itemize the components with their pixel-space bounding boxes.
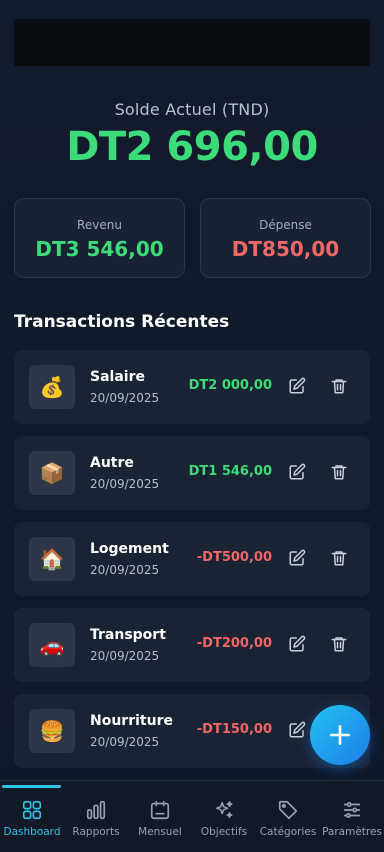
calendar-icon <box>150 800 170 820</box>
transaction-name: Transport <box>90 627 166 643</box>
balance-value: DT2 696,00 <box>66 124 318 170</box>
income-card: Revenu DT3 546,00 <box>14 198 185 278</box>
nav-rapports[interactable]: Rapports <box>64 781 128 852</box>
transactions-title: Transactions Récentes <box>14 312 230 332</box>
package-icon: 📦 <box>29 451 75 495</box>
expense-card: Dépense DT850,00 <box>200 198 371 278</box>
transaction-name: Logement <box>90 541 169 557</box>
nav-dashboard[interactable]: Dashboard <box>0 781 64 852</box>
edit-icon[interactable] <box>288 635 306 653</box>
transaction-amount: DT2 000,00 <box>188 378 272 393</box>
trash-icon[interactable] <box>330 635 348 653</box>
car-icon: 🚗 <box>29 623 75 667</box>
transaction-name: Nourriture <box>90 713 173 729</box>
transaction-date: 20/09/2025 <box>90 563 160 577</box>
burger-icon: 🍔 <box>29 709 75 753</box>
income-label: Revenu <box>77 218 122 232</box>
edit-icon[interactable] <box>288 549 306 567</box>
house-icon: 🏠 <box>29 537 75 581</box>
transaction-row[interactable]: 🚗 Transport 20/09/2025 -DT200,00 <box>14 608 370 682</box>
plus-icon <box>330 725 350 745</box>
add-transaction-button[interactable] <box>310 705 370 765</box>
transaction-amount: -DT150,00 <box>196 722 272 737</box>
bottom-nav: Dashboard Rapports Mensuel Objectifs Cat… <box>0 780 384 852</box>
expense-value: DT850,00 <box>231 237 340 261</box>
transaction-date: 20/09/2025 <box>90 391 160 405</box>
nav-categories[interactable]: Catégories <box>256 781 320 852</box>
edit-icon[interactable] <box>288 377 306 395</box>
transaction-amount: -DT500,00 <box>196 550 272 565</box>
transaction-amount: -DT200,00 <box>196 636 272 651</box>
bar-chart-icon <box>86 800 106 820</box>
nav-parametres[interactable]: Paramètres <box>320 781 384 852</box>
transaction-row[interactable]: 💰 Salaire 20/09/2025 DT2 000,00 <box>14 350 370 424</box>
transaction-date: 20/09/2025 <box>90 649 160 663</box>
nav-mensuel[interactable]: Mensuel <box>128 781 192 852</box>
transaction-name: Autre <box>90 455 134 471</box>
tag-icon <box>278 800 298 820</box>
sliders-icon <box>343 802 361 818</box>
app-screen: Solde Actuel (TND) DT2 696,00 Revenu DT3… <box>0 0 384 852</box>
trash-icon[interactable] <box>330 377 348 395</box>
income-value: DT3 546,00 <box>35 237 164 261</box>
edit-icon[interactable] <box>288 721 306 739</box>
nav-objectifs[interactable]: Objectifs <box>192 781 256 852</box>
transaction-date: 20/09/2025 <box>90 735 160 749</box>
edit-icon[interactable] <box>288 463 306 481</box>
money-bag-icon: 💰 <box>29 365 75 409</box>
trash-icon[interactable] <box>330 463 348 481</box>
trash-icon[interactable] <box>330 549 348 567</box>
sparkle-icon <box>215 801 233 819</box>
transaction-row[interactable]: 📦 Autre 20/09/2025 DT1 546,00 <box>14 436 370 510</box>
top-bar <box>14 19 370 66</box>
transaction-amount: DT1 546,00 <box>188 464 272 479</box>
transaction-row[interactable]: 🏠 Logement 20/09/2025 -DT500,00 <box>14 522 370 596</box>
balance-label: Solde Actuel (TND) <box>114 100 270 119</box>
transaction-date: 20/09/2025 <box>90 477 160 491</box>
grid-icon <box>22 800 42 820</box>
nav-label: Paramètres <box>322 826 382 838</box>
expense-label: Dépense <box>259 218 312 232</box>
transaction-name: Salaire <box>90 369 145 385</box>
